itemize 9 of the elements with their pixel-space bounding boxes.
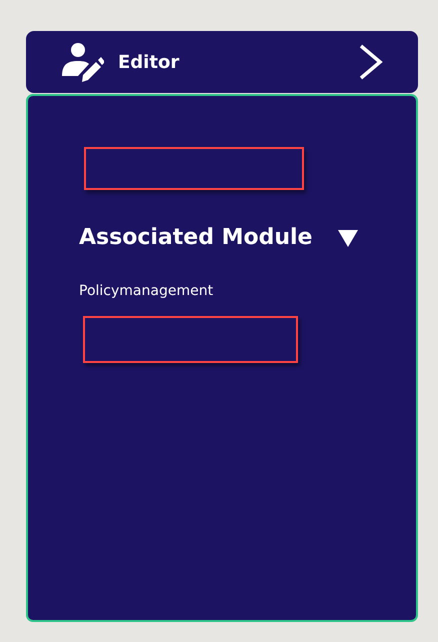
user-edit-icon: [60, 42, 104, 82]
module-label: Policymanagement: [79, 283, 214, 299]
chevron-right-icon[interactable]: [358, 44, 384, 80]
input-field[interactable]: [83, 316, 298, 363]
header-bar[interactable]: Editor: [26, 31, 418, 93]
input-field[interactable]: [84, 147, 304, 190]
triangle-down-icon[interactable]: [338, 228, 358, 248]
section-heading: Associated Module: [79, 225, 312, 250]
header-title: Editor: [118, 52, 180, 72]
